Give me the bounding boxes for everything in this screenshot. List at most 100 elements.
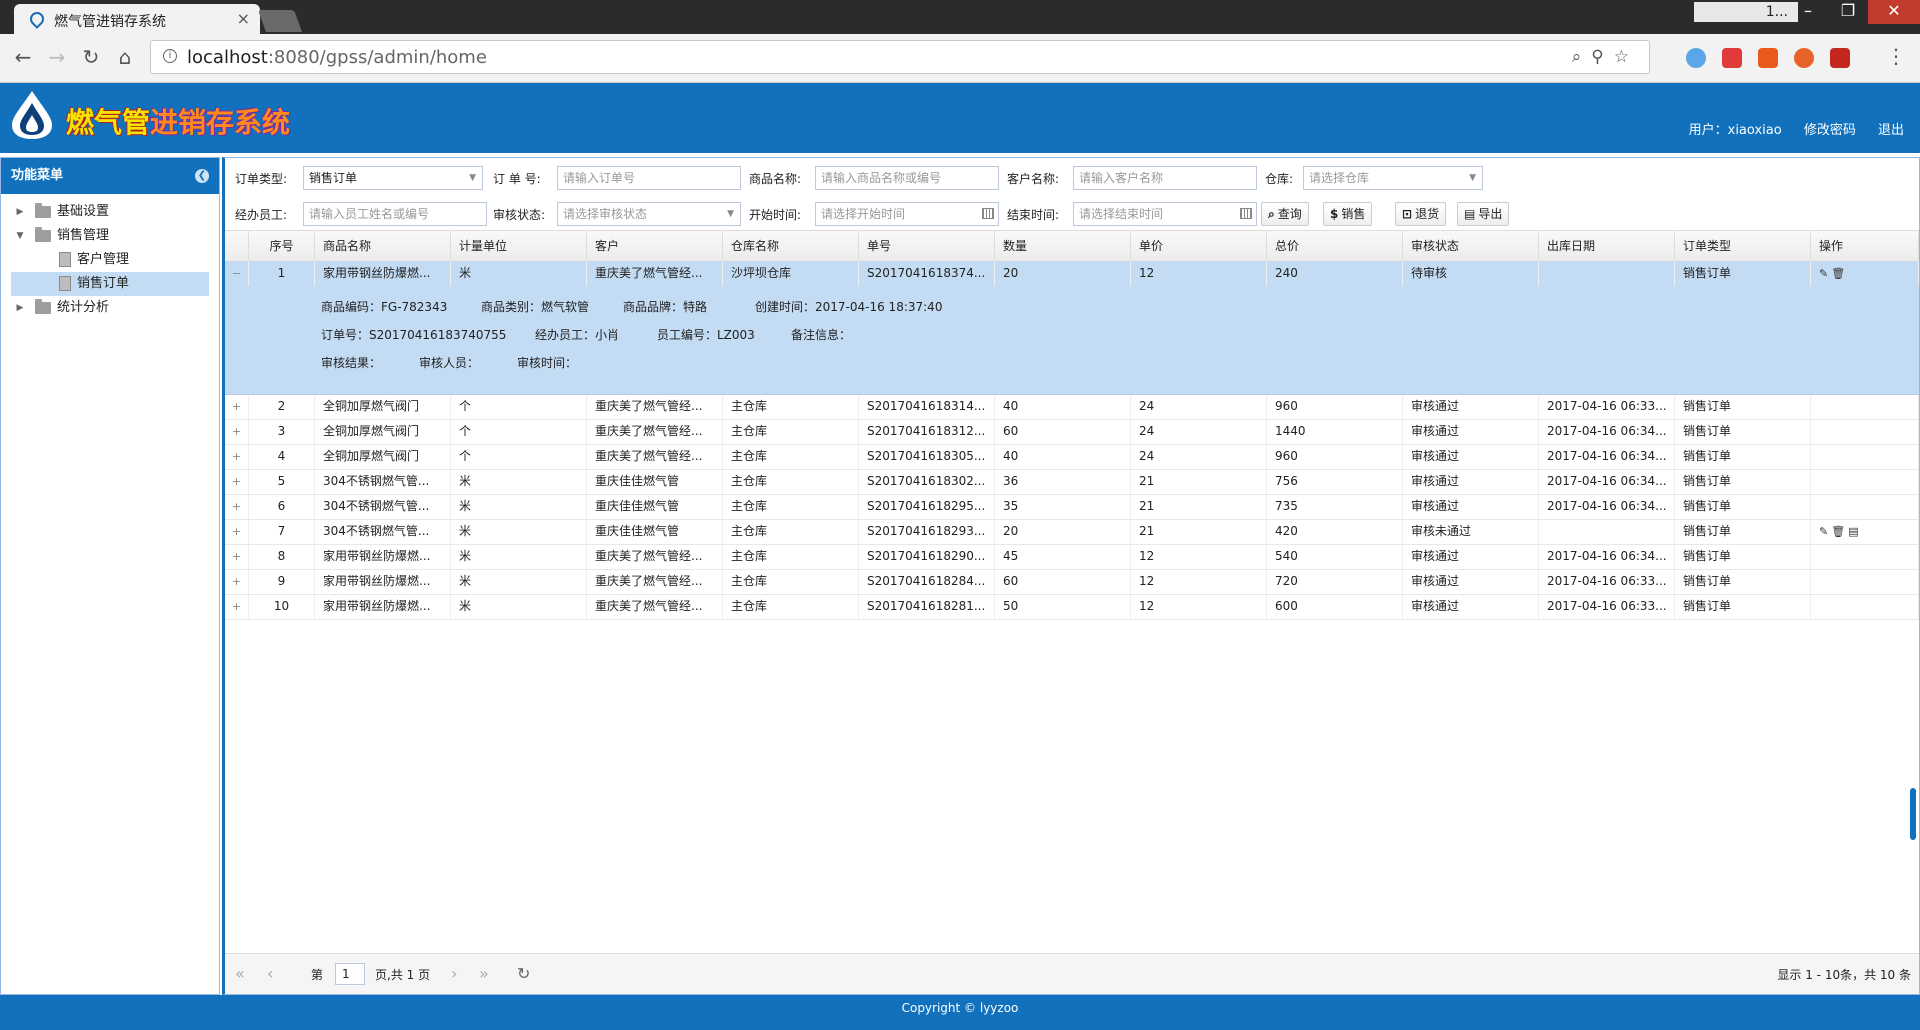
restore-button[interactable]: ❐	[1828, 0, 1868, 24]
sidebar-item-customer-management[interactable]: 客户管理	[11, 248, 209, 272]
row-expand-toggle[interactable]: +	[225, 419, 249, 444]
start-time-input[interactable]: 请选择开始时间	[815, 202, 999, 226]
pin-icon[interactable]: ⚲	[1591, 47, 1613, 67]
url-text[interactable]: localhost:8080/gpss/admin/home	[187, 47, 487, 68]
refresh-icon[interactable]: ↻	[517, 964, 530, 983]
column-header[interactable]: 商品名称	[315, 231, 451, 261]
audit-status-select[interactable]: 请选择审核状态 ▼	[557, 202, 741, 226]
row-expand-toggle[interactable]: +	[225, 519, 249, 544]
sidebar-item-statistics[interactable]: ▶ 统计分析	[11, 296, 209, 320]
row-expand-toggle[interactable]: +	[225, 494, 249, 519]
table-row[interactable]: +2 全铜加厚燃气阀门个重庆美了燃气管经... 主仓库 S2017041618314.…	[225, 394, 1919, 420]
reload-icon[interactable]: ↻	[78, 44, 104, 70]
delete-icon[interactable]: 🗑	[1831, 261, 1845, 286]
column-header[interactable]: 单价	[1131, 231, 1267, 261]
table-row[interactable]: +7 304不锈钢燃气管... 米重庆佳佳燃气管 主仓库 S2017041618293.…	[225, 519, 1919, 545]
export-button[interactable]: ▤ 导出	[1457, 202, 1510, 226]
order-type-select[interactable]: 销售订单 ▼	[303, 166, 483, 190]
extension-office-icon[interactable]	[1758, 48, 1778, 68]
column-header[interactable]: 出库日期	[1539, 231, 1675, 261]
row-expand-toggle[interactable]: −	[225, 261, 249, 286]
page-number-input[interactable]: 1	[335, 963, 365, 985]
extension-infinity-icon[interactable]	[1794, 48, 1814, 68]
last-page-icon[interactable]: »	[479, 964, 489, 983]
row-actions[interactable]	[1811, 469, 1919, 494]
order-no-input[interactable]: 请输入订单号	[557, 166, 741, 190]
table-row[interactable]: +8 家用带钢丝防爆燃... 米重庆美了燃气管经... 主仓库 S20170416182…	[225, 544, 1919, 570]
column-header[interactable]: 数量	[995, 231, 1131, 261]
minimize-button[interactable]: –	[1788, 0, 1828, 24]
calendar-icon[interactable]	[1240, 208, 1252, 219]
column-header[interactable]: 仓库名称	[723, 231, 859, 261]
extension-pdf-icon[interactable]	[1830, 48, 1850, 68]
collapse-sidebar-icon[interactable]: ❮	[195, 169, 209, 183]
column-header[interactable]: 单号	[859, 231, 995, 261]
row-actions[interactable]	[1811, 444, 1919, 469]
row-expand-toggle[interactable]: +	[225, 594, 249, 619]
row-actions[interactable]	[1811, 394, 1919, 419]
row-expand-toggle[interactable]: +	[225, 469, 249, 494]
extension-bird-icon[interactable]	[1686, 48, 1706, 68]
expand-arrow-icon[interactable]: ▶	[15, 200, 25, 224]
collapse-arrow-icon[interactable]: ▼	[15, 224, 25, 248]
window-profile-name[interactable]: 1...	[1694, 2, 1798, 22]
row-expand-toggle[interactable]: +	[225, 544, 249, 569]
row-expand-toggle[interactable]: +	[225, 569, 249, 594]
column-header[interactable]: 计量单位	[451, 231, 587, 261]
edit-icon[interactable]: ✎	[1819, 261, 1828, 286]
edit-icon[interactable]: ✎	[1819, 519, 1828, 544]
prev-page-icon[interactable]: ‹	[267, 964, 273, 983]
table-row[interactable]: +5 304不锈钢燃气管... 米重庆佳佳燃气管 主仓库 S2017041618302.…	[225, 469, 1919, 495]
sidebar-item-basic-settings[interactable]: ▶ 基础设置	[11, 200, 209, 224]
row-actions[interactable]: ✎ 🗑 ▤	[1811, 519, 1919, 544]
row-actions[interactable]	[1811, 544, 1919, 569]
address-bar[interactable]: i localhost:8080/gpss/admin/home ⌕⚲☆	[150, 40, 1650, 74]
site-info-icon[interactable]: i	[163, 49, 177, 63]
table-row[interactable]: +4 全铜加厚燃气阀门个重庆美了燃气管经... 主仓库 S2017041618305.…	[225, 444, 1919, 470]
return-button[interactable]: ⊡ 退货	[1395, 202, 1447, 226]
bookmark-star-icon[interactable]: ☆	[1614, 47, 1639, 67]
row-actions[interactable]: ✎ 🗑	[1811, 261, 1919, 286]
home-icon[interactable]: ⌂	[112, 44, 138, 70]
query-button[interactable]: ⌕ 查询	[1261, 202, 1309, 226]
page-scrollbar-thumb[interactable]	[1910, 788, 1916, 840]
sidebar-item-sales-management[interactable]: ▼ 销售管理	[11, 224, 209, 248]
row-actions[interactable]	[1811, 594, 1919, 619]
calendar-icon[interactable]	[982, 208, 994, 219]
browser-menu-icon[interactable]: ⋮	[1886, 44, 1906, 68]
expand-arrow-icon[interactable]: ▶	[15, 296, 25, 320]
row-expand-toggle[interactable]: +	[225, 444, 249, 469]
column-header[interactable]: 总价	[1267, 231, 1403, 261]
sale-button[interactable]: $ 销售	[1323, 202, 1373, 226]
row-actions[interactable]	[1811, 419, 1919, 444]
next-page-icon[interactable]: ›	[451, 964, 457, 983]
product-name-input[interactable]: 请输入商品名称或编号	[815, 166, 999, 190]
new-tab-button[interactable]	[257, 10, 303, 32]
column-header[interactable]: 序号	[249, 231, 315, 261]
zoom-icon[interactable]: ⌕	[1572, 47, 1592, 67]
window-close-button[interactable]: ✕	[1868, 0, 1920, 24]
row-expand-toggle[interactable]: +	[225, 394, 249, 419]
browser-tab[interactable]: 燃气管进销存系统 ×	[14, 4, 260, 34]
change-password-link[interactable]: 修改密码	[1804, 123, 1856, 138]
forward-arrow-icon[interactable]: →	[44, 44, 70, 70]
column-header[interactable]: 审核状态	[1403, 231, 1539, 261]
first-page-icon[interactable]: «	[235, 964, 245, 983]
audit-icon[interactable]: ▤	[1848, 519, 1858, 544]
sidebar-item-sales-orders[interactable]: 销售订单	[11, 272, 209, 296]
table-row[interactable]: +9 家用带钢丝防爆燃... 米重庆美了燃气管经... 主仓库 S20170416182…	[225, 569, 1919, 595]
table-row[interactable]: +10 家用带钢丝防爆燃... 米重庆美了燃气管经... 主仓库 S2017041618…	[225, 594, 1919, 620]
tab-close-icon[interactable]: ×	[237, 9, 250, 28]
table-row[interactable]: +6 304不锈钢燃气管... 米重庆佳佳燃气管 主仓库 S2017041618295.…	[225, 494, 1919, 520]
logout-link[interactable]: 退出	[1878, 123, 1904, 138]
table-row[interactable]: +3 全铜加厚燃气阀门个重庆美了燃气管经... 主仓库 S2017041618312.…	[225, 419, 1919, 445]
extension-fe-icon[interactable]	[1722, 48, 1742, 68]
row-actions[interactable]	[1811, 569, 1919, 594]
staff-input[interactable]: 请输入员工姓名或编号	[303, 202, 487, 226]
column-header[interactable]: 客户	[587, 231, 723, 261]
customer-name-input[interactable]: 请输入客户名称	[1073, 166, 1257, 190]
column-header[interactable]: 订单类型	[1675, 231, 1811, 261]
row-actions[interactable]	[1811, 494, 1919, 519]
end-time-input[interactable]: 请选择结束时间	[1073, 202, 1257, 226]
table-row[interactable]: −1 家用带钢丝防爆燃... 米重庆美了燃气管经... 沙坪坝仓库 S201704161…	[225, 261, 1919, 287]
